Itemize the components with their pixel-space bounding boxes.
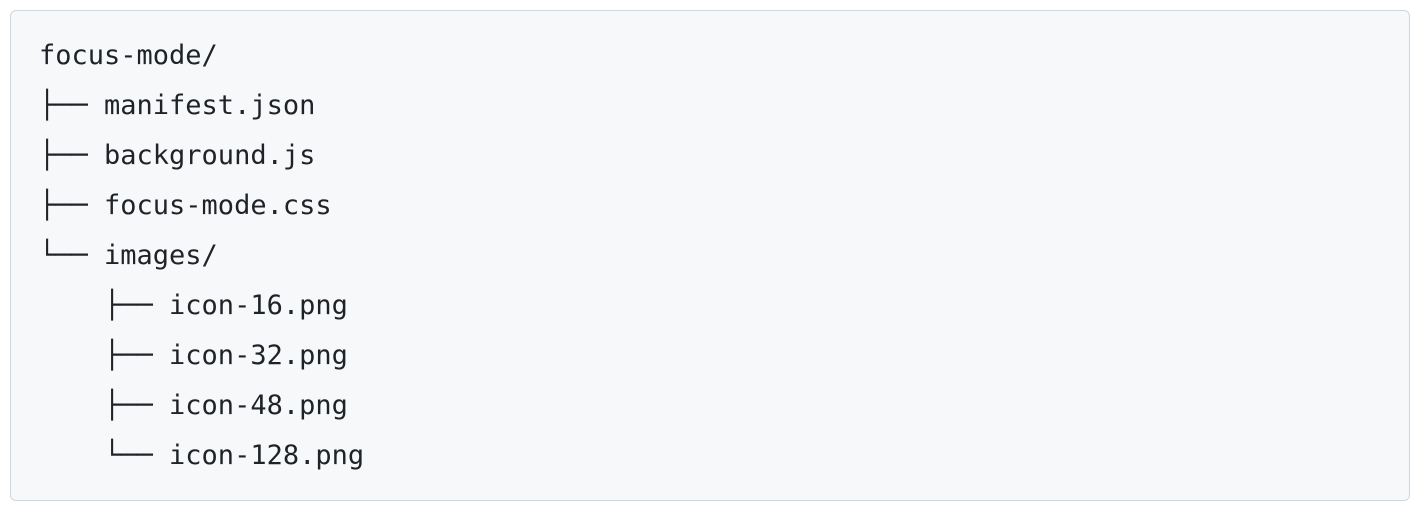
- tree-line-file: ├── icon-48.png: [39, 381, 1381, 431]
- tree-line-folder: └── images/: [39, 231, 1381, 281]
- file-tree-block: focus-mode/├── manifest.json├── backgrou…: [10, 10, 1410, 501]
- tree-line-file: ├── manifest.json: [39, 81, 1381, 131]
- tree-line-file: ├── icon-16.png: [39, 281, 1381, 331]
- tree-line-file: ├── icon-32.png: [39, 331, 1381, 381]
- tree-line-file: ├── background.js: [39, 131, 1381, 181]
- tree-line-file: ├── focus-mode.css: [39, 181, 1381, 231]
- tree-line-root: focus-mode/: [39, 31, 1381, 81]
- tree-line-file: └── icon-128.png: [39, 431, 1381, 481]
